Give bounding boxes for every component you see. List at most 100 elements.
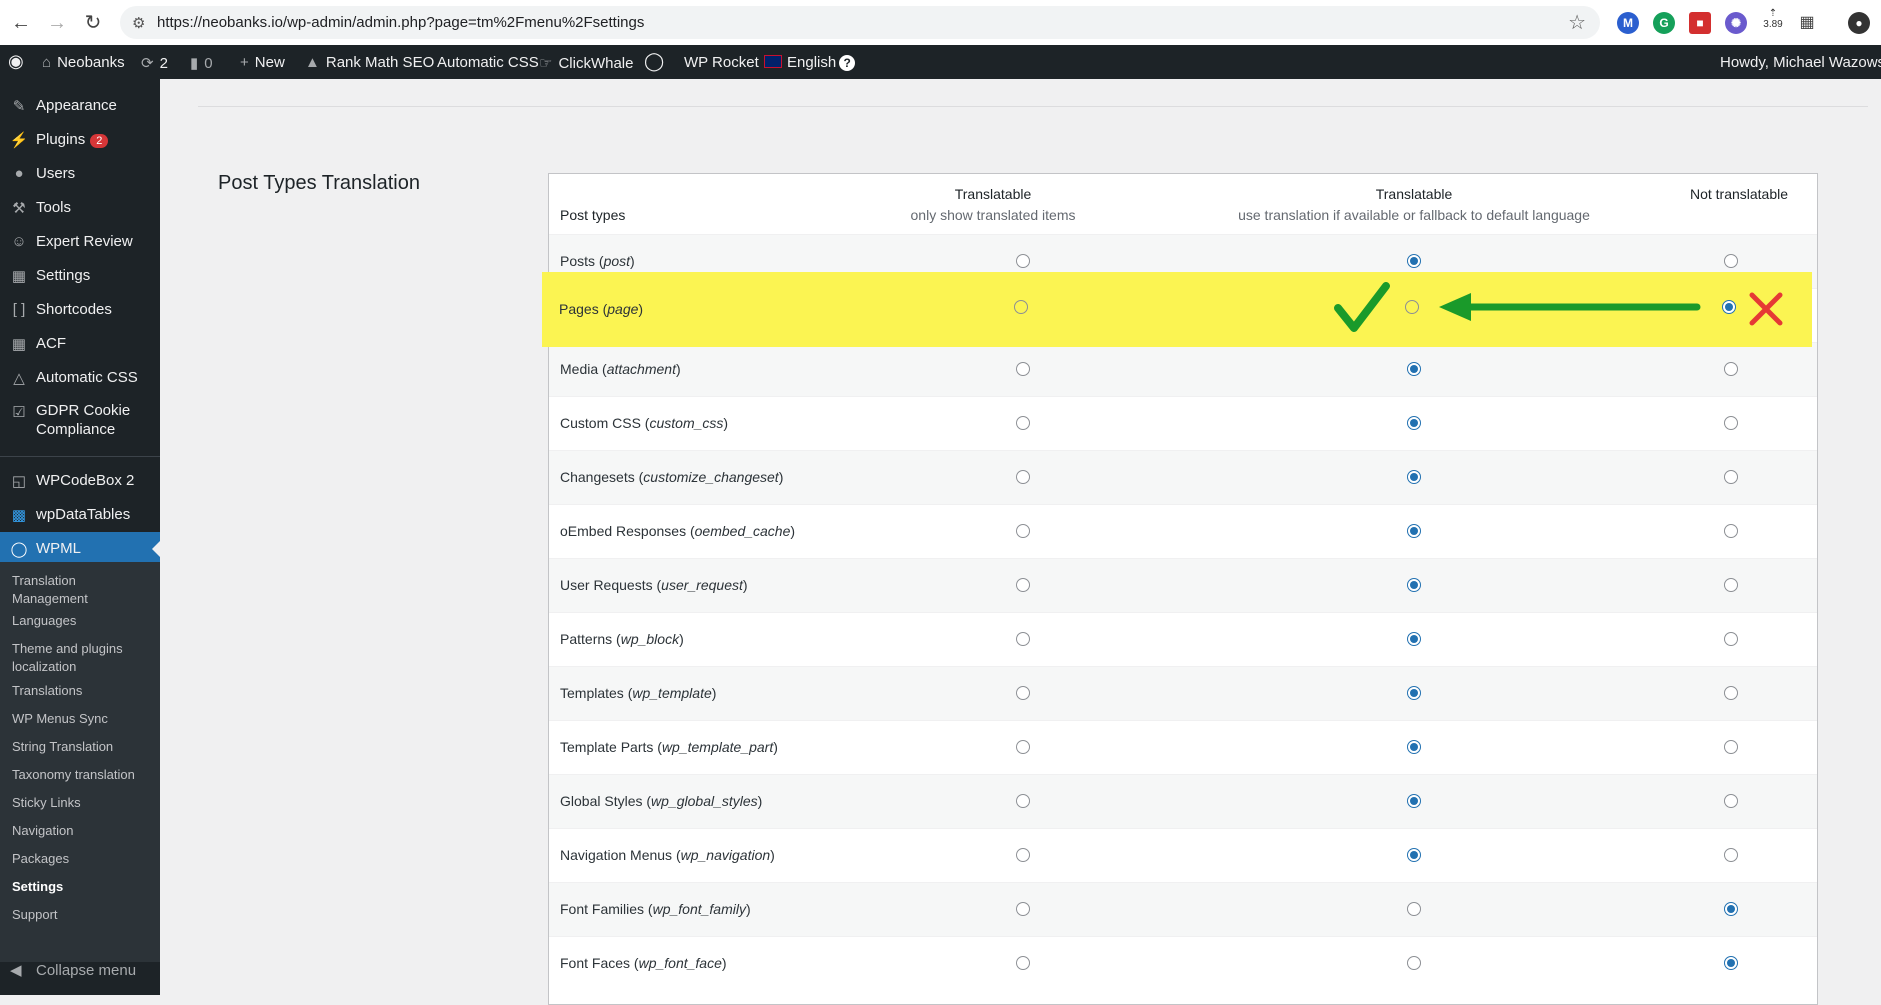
submenu-theme-plugins-localization[interactable]: Theme and plugins localization — [12, 640, 152, 676]
radio-translatable[interactable] — [1016, 470, 1030, 484]
radio-not-translatable[interactable] — [1724, 848, 1738, 862]
automatic-css-link[interactable]: Automatic CSS — [437, 54, 539, 71]
radio-translatable[interactable] — [1016, 686, 1030, 700]
browser-toolbar: ← → ↻ ⚙ https://neobanks.io/wp-admin/adm… — [0, 0, 1881, 46]
radio-translatable[interactable] — [1016, 740, 1030, 754]
new-content-link[interactable]: + New — [240, 54, 285, 71]
menu-separator — [0, 456, 160, 457]
menu-expert-review[interactable]: ☺ Expert Review — [0, 225, 160, 259]
language-switcher[interactable]: English? — [764, 54, 856, 71]
menu-appearance[interactable]: ✎ Appearance — [0, 89, 160, 123]
radio-translatable[interactable] — [1016, 362, 1030, 376]
menu-automatic-css[interactable]: △ Automatic CSS — [0, 361, 160, 395]
radio-translatable[interactable] — [1016, 848, 1030, 862]
radio-not-translatable[interactable] — [1724, 902, 1738, 916]
radio-not-translatable[interactable] — [1724, 362, 1738, 376]
back-icon[interactable]: ← — [10, 12, 32, 34]
radio-fallback[interactable] — [1407, 794, 1421, 808]
radio-translatable[interactable] — [1016, 956, 1030, 970]
radio-not-translatable[interactable] — [1724, 578, 1738, 592]
wpml-admin-icon[interactable]: ◯ — [644, 51, 664, 72]
rank-math-link[interactable]: ▲ Rank Math SEO — [305, 54, 434, 71]
extension-m-icon[interactable]: M — [1617, 12, 1639, 34]
submenu-taxonomy-translation[interactable]: Taxonomy translation — [12, 766, 152, 784]
menu-gdpr-cookie[interactable]: ☑ GDPR Cookie Compliance — [0, 395, 160, 443]
radio-not-translatable[interactable] — [1724, 740, 1738, 754]
bookmark-star-icon[interactable]: ☆ — [1568, 10, 1586, 35]
submenu-translation-management[interactable]: Translation Management — [12, 572, 152, 608]
submenu-translations[interactable]: Translations — [12, 682, 152, 700]
radio-fallback[interactable] — [1407, 686, 1421, 700]
radio-fallback[interactable] — [1407, 848, 1421, 862]
submenu-navigation[interactable]: Navigation — [12, 822, 152, 840]
submenu-string-translation[interactable]: String Translation — [12, 738, 152, 756]
radio-fallback[interactable] — [1407, 254, 1421, 268]
radio-fallback[interactable] — [1407, 524, 1421, 538]
radio-not-translatable[interactable] — [1724, 794, 1738, 808]
radio-translatable[interactable] — [1016, 902, 1030, 916]
radio-fallback[interactable] — [1407, 740, 1421, 754]
pages-radio-fallback[interactable] — [1405, 300, 1419, 314]
radio-fallback[interactable] — [1407, 470, 1421, 484]
wordpress-logo-icon[interactable]: ◉ — [8, 51, 24, 72]
menu-wpcodebox[interactable]: ◱ WPCodeBox 2 — [0, 464, 160, 498]
wpml-icon: ◯ — [10, 541, 28, 558]
submenu-sticky-links[interactable]: Sticky Links — [12, 794, 152, 812]
comments-link[interactable]: ▮ 0 — [190, 54, 213, 72]
radio-fallback[interactable] — [1407, 956, 1421, 970]
account-menu[interactable]: Howdy, Michael Wazowski — [1720, 54, 1881, 71]
clickwhale-link[interactable]: ☞ ClickWhale — [539, 54, 633, 72]
menu-wpml[interactable]: ◯ WPML — [0, 532, 160, 566]
radio-not-translatable[interactable] — [1724, 470, 1738, 484]
menu-wpdatatables[interactable]: ▩ wpDataTables — [0, 498, 160, 532]
radio-fallback[interactable] — [1407, 578, 1421, 592]
submenu-wp-menus-sync[interactable]: WP Menus Sync — [12, 710, 152, 728]
extension-counter[interactable]: ⇡ 3.89 — [1760, 8, 1786, 30]
address-bar[interactable]: ⚙ https://neobanks.io/wp-admin/admin.php… — [120, 6, 1600, 39]
post-type-label: oEmbed Responses (oembed_cache) — [560, 523, 796, 539]
submenu-languages[interactable]: Languages — [12, 612, 152, 630]
radio-not-translatable[interactable] — [1724, 416, 1738, 430]
radio-not-translatable[interactable] — [1724, 632, 1738, 646]
profile-avatar[interactable]: ● — [1848, 12, 1870, 34]
submenu-settings[interactable]: Settings — [12, 878, 152, 896]
radio-not-translatable[interactable] — [1724, 956, 1738, 970]
radio-translatable[interactable] — [1016, 254, 1030, 268]
reload-icon[interactable]: ↻ — [82, 12, 104, 34]
menu-plugins[interactable]: ⚡ Plugins 2 — [0, 123, 160, 157]
radio-translatable[interactable] — [1016, 794, 1030, 808]
extension-spark-icon[interactable]: ✺ — [1725, 12, 1747, 34]
table-row: Custom CSS (custom_css) — [549, 396, 1817, 451]
updates-link[interactable]: ⟳ 2 — [141, 54, 168, 72]
radio-not-translatable[interactable] — [1724, 254, 1738, 268]
radio-translatable[interactable] — [1016, 578, 1030, 592]
forward-icon[interactable]: → — [46, 12, 68, 34]
submenu-packages[interactable]: Packages — [12, 850, 152, 868]
collapse-menu-button[interactable]: ◀ Collapse menu — [0, 951, 160, 991]
radio-not-translatable[interactable] — [1724, 686, 1738, 700]
radio-translatable[interactable] — [1016, 416, 1030, 430]
site-name-link[interactable]: ⌂ Neobanks — [42, 54, 125, 71]
radio-translatable[interactable] — [1016, 524, 1030, 538]
radio-not-translatable[interactable] — [1724, 524, 1738, 538]
menu-acf[interactable]: ▦ ACF — [0, 327, 160, 361]
site-info-icon[interactable]: ⚙ — [132, 14, 145, 32]
table-icon: ▦ — [11, 336, 27, 353]
radio-translatable[interactable] — [1016, 632, 1030, 646]
pages-radio-not-translatable[interactable] — [1722, 300, 1736, 314]
menu-users[interactable]: ● Users — [0, 157, 160, 191]
radio-fallback[interactable] — [1407, 362, 1421, 376]
menu-tools[interactable]: ⚒ Tools — [0, 191, 160, 225]
submenu-support[interactable]: Support — [12, 906, 152, 924]
extension-grammarly-icon[interactable]: G — [1653, 12, 1675, 34]
radio-fallback[interactable] — [1407, 632, 1421, 646]
menu-settings[interactable]: ▦ Settings — [0, 259, 160, 293]
extensions-puzzle-icon[interactable]: ▦ — [1796, 12, 1818, 34]
codebox-icon: ◱ — [11, 473, 27, 490]
radio-fallback[interactable] — [1407, 902, 1421, 916]
radio-fallback[interactable] — [1407, 416, 1421, 430]
menu-shortcodes[interactable]: [ ] Shortcodes — [0, 293, 160, 327]
pages-radio-translatable[interactable] — [1014, 300, 1028, 314]
wp-rocket-link[interactable]: WP Rocket — [684, 54, 759, 71]
extension-red-icon[interactable]: ■ — [1689, 12, 1711, 34]
